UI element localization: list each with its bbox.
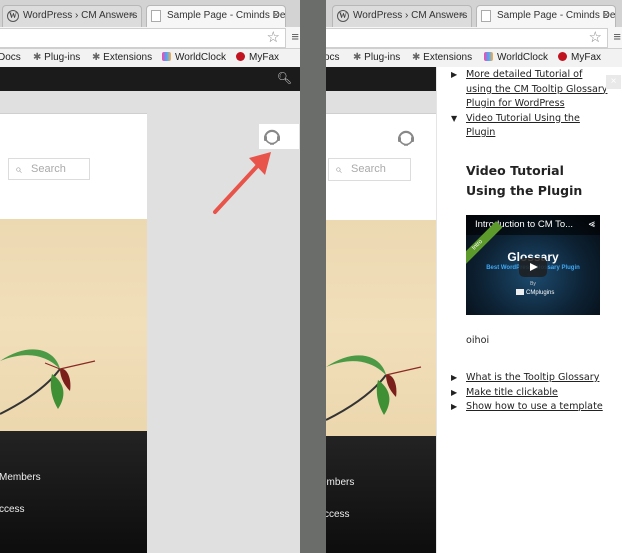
help-link[interactable]: More detailed Tutorial of using the CM T… — [466, 69, 607, 109]
puzzle-icon: ✱ — [33, 52, 45, 63]
footer-link[interactable]: Members — [0, 472, 41, 483]
bookmark-worldclock[interactable]: WorldClock — [162, 52, 226, 63]
help-link[interactable]: Video Tutorial Using the Plugin — [466, 113, 580, 139]
cmplugins-logo: CMplugins — [516, 289, 554, 296]
tab-close-icon[interactable]: × — [459, 10, 465, 21]
footer-link[interactable]: embers — [326, 477, 354, 488]
hero-image — [0, 219, 147, 431]
help-list-item: ▶ Show how to use a template — [451, 400, 621, 415]
omnibox-input[interactable] — [326, 28, 608, 48]
bookmark-docs[interactable]: ocs — [326, 52, 340, 63]
worldclock-icon — [162, 52, 171, 61]
bookmark-worldclock[interactable]: WorldClock — [484, 52, 548, 63]
footer-link[interactable]: ccess — [326, 509, 350, 520]
page-gray-band — [326, 91, 436, 114]
video-by: By — [530, 281, 536, 287]
help-list-item: ▶ Make title clickable — [451, 386, 621, 401]
tab-bar: W WordPress › CM Answers × Sample Page -… — [0, 0, 300, 27]
help-link[interactable]: Show how to use a template — [466, 401, 603, 412]
share-icon[interactable]: ⪡ — [589, 218, 595, 231]
video-player[interactable]: Introduction to CM To... ⪡ Intro Glossar… — [466, 215, 600, 315]
bookmark-star-icon[interactable]: ☆ — [589, 28, 602, 46]
bookmark-extensions[interactable]: ✱ Extensions — [92, 52, 152, 63]
browser-menu-icon[interactable]: ≡ — [613, 29, 621, 44]
help-heading: Video Tutorial Using the Plugin — [466, 163, 583, 198]
myfax-icon — [558, 52, 567, 61]
help-list-item: ▶ More detailed Tutorial of using the CM… — [451, 68, 611, 112]
collapsed-triangle-icon[interactable]: ▶ — [451, 386, 457, 401]
site-header-card: ⌕ Search — [0, 113, 147, 219]
hero-image — [326, 220, 436, 436]
search-input[interactable]: ⌕ Search — [328, 158, 411, 181]
search-icon[interactable]: 🔍︎ — [277, 71, 292, 85]
bookmark-myfax[interactable]: MyFax — [558, 52, 601, 63]
site-footer: Members ccess — [0, 431, 147, 553]
tab-close-icon[interactable]: × — [603, 10, 609, 21]
play-button-icon[interactable] — [519, 258, 547, 277]
tab-bar: W WordPress › CM Answers × Sample Page -… — [326, 0, 622, 27]
puzzle-icon: ✱ — [92, 52, 104, 63]
help-link[interactable]: Make title clickable — [466, 387, 558, 398]
address-bar: ☆ ≡ — [0, 27, 300, 49]
tab-sample-page[interactable]: Sample Page - Cminds De × — [476, 5, 616, 27]
help-text: oihoi — [466, 335, 490, 346]
wordpress-icon: W — [337, 10, 349, 22]
help-list-item: ▼ Video Tutorial Using the Plugin — [451, 112, 611, 141]
plant-branch-illustration — [326, 355, 422, 421]
document-icon — [481, 10, 491, 22]
tab-wordpress[interactable]: W WordPress › CM Answers × — [332, 5, 472, 27]
collapsed-triangle-icon[interactable]: ▶ — [451, 68, 457, 83]
headset-icon — [264, 129, 280, 145]
myfax-icon — [236, 52, 245, 61]
tab-sample-page[interactable]: Sample Page - Cminds De × — [146, 5, 286, 27]
bookmark-plugins[interactable]: ✱ Plug-ins — [353, 52, 400, 63]
wordpress-icon: W — [7, 10, 19, 22]
help-links-bottom: ▶ What is the Tooltip Glossary ▶ Make ti… — [451, 371, 621, 415]
left-browser-window: W WordPress › CM Answers × Sample Page -… — [0, 0, 300, 553]
help-link[interactable]: What is the Tooltip Glossary — [466, 372, 599, 383]
window-divider — [300, 0, 326, 553]
wp-admin-bar — [326, 67, 436, 91]
help-links-top: ▶ More detailed Tutorial of using the CM… — [451, 68, 611, 141]
bookmark-star-icon[interactable]: ☆ — [267, 28, 280, 46]
address-bar: ☆ ≡ — [326, 27, 622, 49]
browser-menu-icon[interactable]: ≡ — [291, 29, 299, 44]
footer-link[interactable]: ccess — [0, 504, 25, 515]
site-footer: embers ccess — [326, 436, 436, 553]
site-header-card: ⌕ Search — [326, 114, 436, 220]
puzzle-icon: ✱ — [353, 52, 365, 63]
search-icon: ⌕ — [335, 162, 342, 176]
close-panel-button[interactable]: × — [606, 75, 621, 89]
bookmarks-bar: Docs ✱ Plug-ins ✱ Extensions WorldClock … — [0, 49, 300, 67]
document-icon — [151, 10, 161, 22]
search-input[interactable]: ⌕ Search — [8, 158, 90, 180]
bookmark-myfax[interactable]: MyFax — [236, 52, 279, 63]
help-list-item: ▶ What is the Tooltip Glossary — [451, 371, 621, 386]
annotation-arrow — [213, 152, 271, 214]
wp-admin-bar: 🔍︎ — [0, 67, 300, 91]
tab-wordpress[interactable]: W WordPress › CM Answers × — [2, 5, 142, 27]
help-side-panel: ▶ More detailed Tutorial of using the CM… — [436, 67, 622, 553]
bookmarks-bar: ocs ✱ Plug-ins ✱ Extensions WorldClock M… — [326, 49, 622, 67]
plant-branch-illustration — [0, 349, 96, 415]
worldclock-icon — [484, 52, 493, 61]
tab-close-icon[interactable]: × — [273, 10, 279, 21]
bookmark-extensions[interactable]: ✱ Extensions — [412, 52, 472, 63]
headset-icon[interactable] — [396, 127, 416, 147]
search-icon: ⌕ — [15, 162, 22, 176]
collapsed-triangle-icon[interactable]: ▶ — [451, 371, 457, 386]
omnibox-input[interactable] — [0, 28, 286, 48]
tab-close-icon[interactable]: × — [129, 10, 135, 21]
cube-icon — [516, 289, 524, 295]
puzzle-icon: ✱ — [412, 52, 424, 63]
expanded-triangle-icon[interactable]: ▼ — [451, 112, 457, 127]
collapsed-triangle-icon[interactable]: ▶ — [451, 400, 457, 415]
bookmark-plugins[interactable]: ✱ Plug-ins — [33, 52, 80, 63]
bookmark-docs[interactable]: Docs — [0, 52, 21, 63]
